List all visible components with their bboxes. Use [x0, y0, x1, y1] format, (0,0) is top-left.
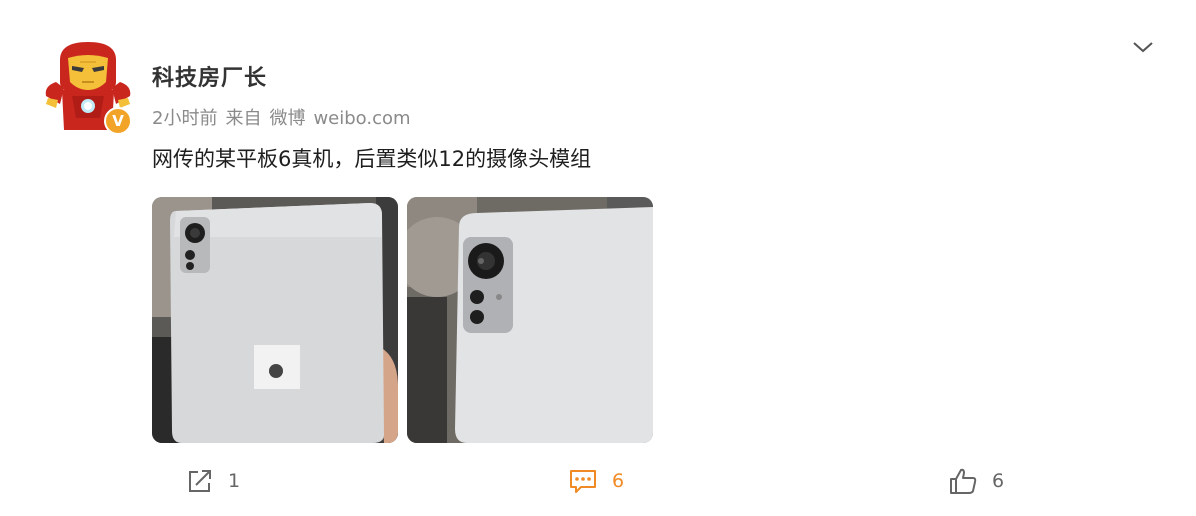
tablet-photo-image [152, 197, 398, 443]
post-image-2[interactable] [407, 197, 653, 443]
comment-button[interactable]: 6 [568, 466, 624, 496]
tablet-photo-image [407, 197, 653, 443]
verified-icon: V [104, 107, 132, 135]
post-meta: 2小时前 来自 微博 weibo.com [152, 104, 419, 130]
post-text: 网传的某平板6真机，后置类似12的摄像头模组 [152, 147, 592, 171]
like-icon [950, 468, 977, 494]
chevron-down-icon[interactable] [1131, 38, 1155, 56]
like-button[interactable]: 6 [948, 466, 1004, 496]
comment-count: 6 [612, 470, 625, 492]
weibo-post-card: V 科技房厂长 2小时前 来自 微博 weibo.com 网传的某平板6真机，后置类似… [0, 0, 1196, 516]
share-count: 1 [228, 470, 241, 492]
comment-icon [570, 470, 596, 493]
share-button[interactable]: 1 [186, 466, 240, 496]
share-icon [189, 470, 211, 492]
post-image-1[interactable] [152, 197, 398, 443]
author-name[interactable]: 科技房厂长 [152, 60, 267, 92]
post-time: 2小时前 [152, 108, 218, 129]
source-prefix: 来自 [225, 108, 262, 129]
source-domain[interactable]: weibo.com [313, 108, 410, 129]
like-count: 6 [992, 470, 1005, 492]
source-app[interactable]: 微博 [269, 108, 305, 129]
